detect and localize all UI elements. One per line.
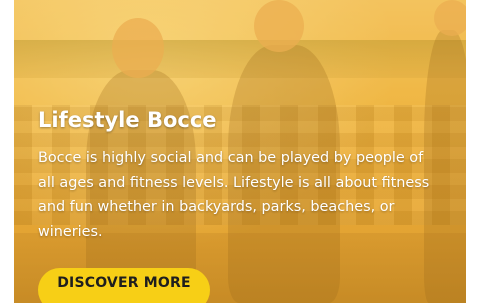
card-content: Lifestyle Bocce Bocce is highly social a… — [38, 106, 443, 244]
card-title: Lifestyle Bocce — [38, 108, 217, 132]
lifestyle-bocce-card: Lifestyle Bocce Bocce is highly social a… — [14, 0, 466, 303]
discover-more-button[interactable]: DISCOVER MORE — [38, 268, 210, 303]
card-description: Bocce is highly social and can be played… — [38, 150, 430, 240]
